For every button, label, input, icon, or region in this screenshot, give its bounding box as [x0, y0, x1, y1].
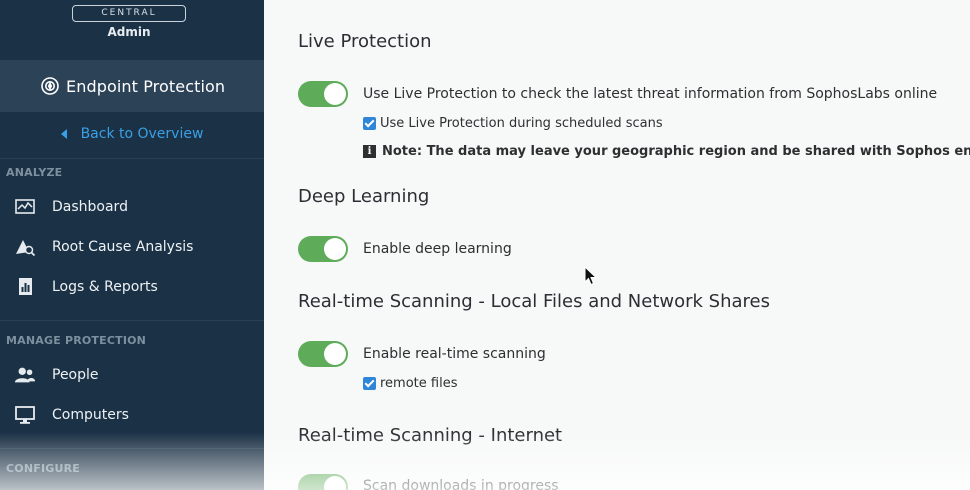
realtime-scanning-toggle-label: Enable real-time scanning	[363, 346, 546, 362]
admin-label[interactable]: Admin	[72, 25, 186, 39]
group-title-analyze: ANALYZE	[6, 166, 63, 179]
checkbox-label: remote files	[380, 376, 458, 391]
toggle-knob	[324, 238, 346, 260]
section-title-realtime-local: Real-time Scanning - Local Files and Net…	[298, 291, 771, 312]
checkbox-label: Use Live Protection during scheduled sca…	[380, 116, 663, 131]
sidebar-item-label: Logs & Reports	[52, 279, 158, 295]
sidebar: CENTRAL Admin Endpoint Protection Back t…	[0, 0, 264, 490]
group-title-manage-protection: MANAGE PROTECTION	[6, 334, 147, 347]
product-label: Endpoint Protection	[66, 76, 226, 96]
central-badge: CENTRAL	[72, 5, 186, 22]
section-title-realtime-internet: Real-time Scanning - Internet	[298, 425, 563, 446]
divider	[0, 448, 264, 449]
info-icon: i	[363, 145, 376, 158]
mouse-cursor-icon	[584, 266, 598, 286]
dashboard-icon	[15, 199, 35, 214]
root-cause-icon	[16, 240, 36, 257]
remote-files-checkbox-row[interactable]: remote files	[363, 376, 457, 391]
sidebar-item-label: Computers	[52, 407, 129, 423]
divider	[0, 320, 264, 321]
back-to-overview-link[interactable]: Back to Overview	[0, 126, 264, 142]
sidebar-item-computers[interactable]: Computers	[0, 399, 264, 431]
note-text: Note: The data may leave your geographic…	[382, 144, 970, 159]
sidebar-item-root-cause-analysis[interactable]: Root Cause Analysis	[0, 231, 264, 263]
sidebar-item-logs-reports[interactable]: Logs & Reports	[0, 271, 264, 303]
scan-downloads-toggle[interactable]	[298, 474, 348, 490]
section-title-deep-learning: Deep Learning	[298, 186, 430, 207]
deep-learning-toggle[interactable]	[298, 236, 348, 262]
deep-learning-toggle-label: Enable deep learning	[363, 241, 512, 257]
remote-files-checkbox[interactable]	[363, 377, 376, 390]
endpoint-shield-icon	[41, 77, 59, 95]
sidebar-item-dashboard[interactable]: Dashboard	[0, 191, 264, 223]
sidebar-item-label: People	[52, 367, 99, 383]
back-link-label: Back to Overview	[80, 126, 204, 142]
scan-downloads-toggle-label: Scan downloads in progress	[363, 478, 559, 490]
sidebar-item-people[interactable]: People	[0, 359, 264, 391]
section-title-live-protection: Live Protection	[298, 31, 432, 52]
chevron-left-icon	[60, 129, 67, 139]
computer-icon	[15, 406, 35, 424]
sidebar-item-label: Root Cause Analysis	[52, 239, 194, 255]
live-protection-note: i Note: The data may leave your geograph…	[363, 144, 970, 159]
people-icon	[14, 367, 36, 383]
group-title-configure: CONFIGURE	[6, 462, 80, 475]
logs-reports-icon	[19, 278, 32, 295]
sidebar-item-label: Dashboard	[52, 199, 128, 215]
live-protection-toggle-label: Use Live Protection to check the latest …	[363, 86, 938, 102]
sidebar-product-endpoint-protection[interactable]: Endpoint Protection	[0, 60, 264, 112]
divider	[0, 158, 264, 159]
live-protection-scheduled-checkbox-row[interactable]: Use Live Protection during scheduled sca…	[363, 116, 663, 131]
live-protection-toggle[interactable]	[298, 81, 348, 107]
settings-panel: Live Protection Use Live Protection to c…	[264, 0, 970, 490]
live-protection-scheduled-checkbox[interactable]	[363, 117, 376, 130]
realtime-scanning-toggle[interactable]	[298, 341, 348, 367]
toggle-knob	[324, 83, 346, 105]
toggle-knob	[324, 343, 346, 365]
toggle-knob	[324, 476, 346, 490]
